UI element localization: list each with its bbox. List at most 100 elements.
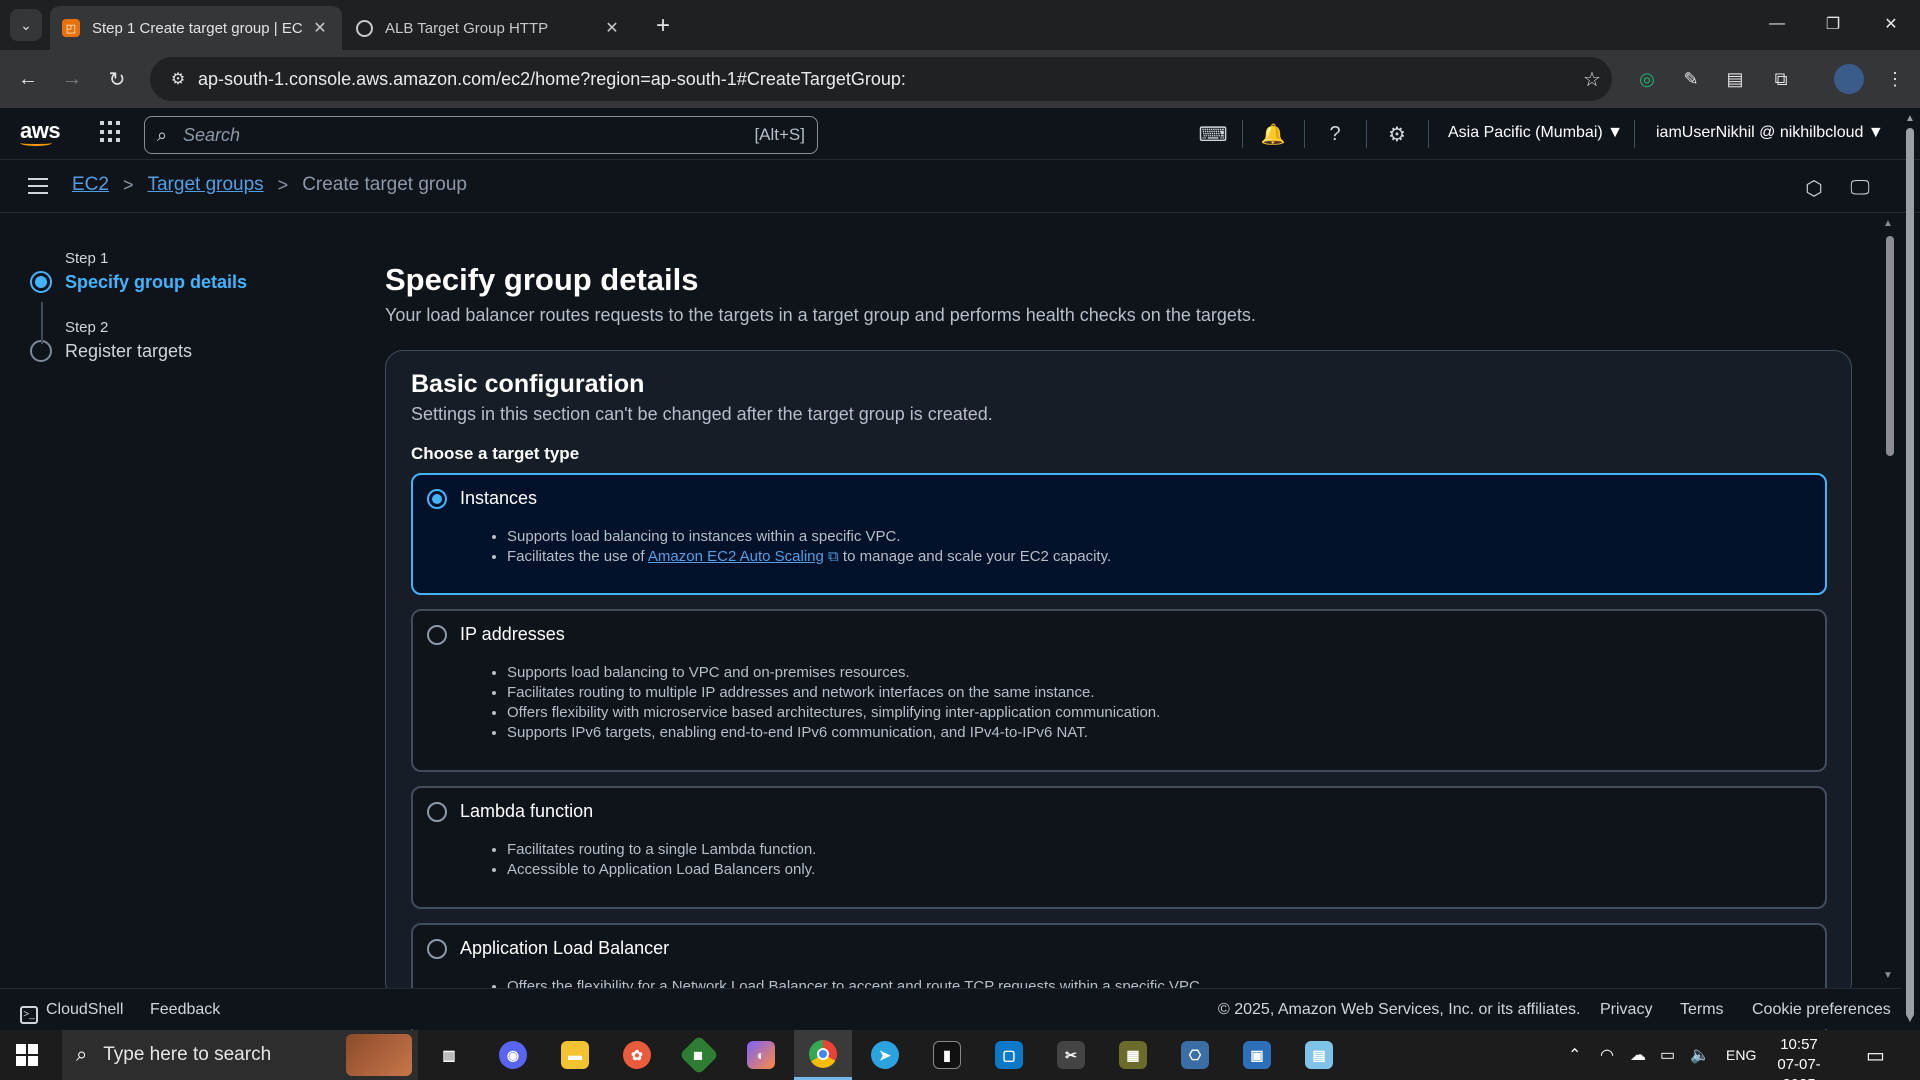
step-2-number: Step 2 xyxy=(65,319,109,336)
cookie-preferences-link[interactable]: Cookie preferences xyxy=(1752,1001,1891,1019)
profile-avatar[interactable] xyxy=(1834,64,1864,94)
close-window-button[interactable]: ✕ xyxy=(1868,8,1914,40)
notifications-icon[interactable]: ▭ xyxy=(1866,1030,1885,1080)
side-nav-menu-icon[interactable] xyxy=(28,178,48,199)
panel-title: Basic configuration xyxy=(411,370,645,398)
network-app-icon[interactable]: ⎔ xyxy=(1166,1030,1224,1080)
feedback-hexagon-icon[interactable]: ⬡ xyxy=(1800,174,1828,202)
browser-tab-create-target-group[interactable]: ◰ Step 1 Create target group | EC ✕ xyxy=(50,6,342,50)
privacy-link[interactable]: Privacy xyxy=(1600,1001,1652,1019)
reader-extension-icon[interactable]: ▤ xyxy=(1720,64,1750,94)
feedback-link[interactable]: Feedback xyxy=(150,1001,220,1019)
search-icon: ⌕ xyxy=(76,1043,88,1066)
bullet-text: to manage and scale your EC2 capacity. xyxy=(838,548,1112,565)
bullet-item: Supports load balancing to VPC and on-pr… xyxy=(507,663,1160,683)
page-title: Specify group details xyxy=(385,262,699,297)
minimize-window-button[interactable]: — xyxy=(1754,8,1800,40)
header-divider xyxy=(1366,120,1367,148)
windows-start-icon[interactable] xyxy=(16,1044,38,1066)
new-tab-button[interactable]: + xyxy=(648,12,678,40)
remote-desktop-icon[interactable]: ▣ xyxy=(1228,1030,1286,1080)
restore-window-button[interactable]: ❐ xyxy=(1810,8,1856,40)
display-preferences-icon[interactable]: 🖵 xyxy=(1846,174,1874,202)
terminal-app-icon[interactable]: ▮ xyxy=(918,1030,976,1080)
help-icon[interactable]: ? xyxy=(1320,119,1350,149)
wifi-icon[interactable]: ◠ xyxy=(1600,1030,1614,1080)
page-scroll-up-arrow-icon[interactable]: ▲ xyxy=(1903,113,1917,124)
radio-instances[interactable] xyxy=(427,488,447,509)
globe-favicon-icon xyxy=(356,19,373,37)
onedrive-icon[interactable]: ☁ xyxy=(1630,1030,1646,1080)
task-view-icon[interactable]: ▥ xyxy=(420,1030,478,1080)
battery-icon[interactable]: ▭ xyxy=(1660,1030,1675,1080)
target-type-lambda-function[interactable]: Lambda function Facilitates routing to a… xyxy=(411,786,1827,909)
radio-application-load-balancer[interactable] xyxy=(427,938,447,959)
content-scrollbar-thumb[interactable] xyxy=(1886,236,1894,456)
cloudshell-icon[interactable]: ⌨ xyxy=(1198,119,1228,149)
cloudshell-button[interactable]: >_ CloudShell xyxy=(20,1001,123,1024)
extensions-puzzle-icon[interactable]: ⧉ xyxy=(1766,64,1796,94)
bullet-item: Supports load balancing to instances wit… xyxy=(507,527,1111,547)
app-icon-3[interactable]: ▦ xyxy=(1104,1030,1162,1080)
aws-favicon-icon: ◰ xyxy=(62,19,80,37)
app-icon-2[interactable]: ▢ xyxy=(980,1030,1038,1080)
scroll-up-arrow-icon[interactable]: ▲ xyxy=(1880,218,1896,229)
close-tab-icon[interactable]: ✕ xyxy=(602,18,622,38)
git-app-icon[interactable]: ◆ xyxy=(670,1030,728,1080)
step-2-label: Register targets xyxy=(65,340,193,361)
page-scroll-down-arrow-icon[interactable]: ▼ xyxy=(1903,1014,1917,1025)
eyedropper-extension-icon[interactable]: ✎ xyxy=(1676,64,1706,94)
taskbar-search-input[interactable]: ⌕ Type here to search xyxy=(62,1030,418,1080)
discord-app-icon[interactable]: ◉ xyxy=(484,1030,542,1080)
bullet-item: Offers flexibility with microservice bas… xyxy=(507,703,1160,723)
target-type-ip-addresses[interactable]: IP addresses Supports load balancing to … xyxy=(411,609,1827,772)
ec2-auto-scaling-link[interactable]: Amazon EC2 Auto Scaling xyxy=(648,548,824,565)
grammarly-extension-icon[interactable]: ◎ xyxy=(1632,64,1662,94)
region-selector[interactable]: Asia Pacific (Mumbai) ▼ xyxy=(1448,124,1623,142)
file-explorer-icon[interactable]: ▬ xyxy=(546,1030,604,1080)
notifications-bell-icon[interactable]: 🔔 xyxy=(1258,119,1288,149)
browser-tab-alb-target-group[interactable]: ALB Target Group HTTP ✕ xyxy=(344,6,634,50)
browser-menu-icon[interactable]: ⋮ xyxy=(1880,64,1910,94)
snipping-tool-icon[interactable]: ✂ xyxy=(1042,1030,1100,1080)
reload-button[interactable]: ↻ xyxy=(101,63,133,95)
close-tab-icon[interactable]: ✕ xyxy=(310,18,330,38)
step-1-label[interactable]: Specify group details xyxy=(65,272,247,293)
radio-ip-addresses[interactable] xyxy=(427,624,447,645)
app-icon-1[interactable]: ✿ xyxy=(608,1030,666,1080)
scroll-down-arrow-icon[interactable]: ▼ xyxy=(1880,970,1896,981)
breadcrumb-target-groups[interactable]: Target groups xyxy=(147,174,263,196)
chevron-right-icon: > xyxy=(122,174,134,195)
notepad-app-icon[interactable]: ▤ xyxy=(1290,1030,1348,1080)
system-clock[interactable]: 10:57 07-07-2025 xyxy=(1764,1035,1834,1080)
account-menu[interactable]: iamUserNikhil @ nikhilbcloud ▼ xyxy=(1656,124,1884,142)
language-indicator[interactable]: ENG xyxy=(1726,1030,1756,1080)
radio-lambda-function[interactable] xyxy=(427,801,447,822)
telegram-app-icon[interactable]: ➤ xyxy=(856,1030,914,1080)
breadcrumb-ec2[interactable]: EC2 xyxy=(72,174,109,196)
back-button[interactable]: ← xyxy=(12,63,44,95)
header-divider xyxy=(1634,120,1635,148)
settings-gear-icon[interactable]: ⚙ xyxy=(1382,119,1412,149)
aws-logo[interactable]: aws xyxy=(20,118,61,146)
forward-button[interactable]: → xyxy=(56,63,88,95)
page-scrollbar-thumb[interactable] xyxy=(1906,128,1914,1018)
bullet-text: Facilitates the use of xyxy=(507,548,648,565)
terms-link[interactable]: Terms xyxy=(1680,1001,1724,1019)
console-search-input[interactable]: ⌕ Search [Alt+S] xyxy=(144,116,818,154)
copilot-app-icon[interactable]: ◐ xyxy=(732,1030,790,1080)
external-link-icon[interactable]: ⧉ xyxy=(828,548,839,565)
target-type-instances[interactable]: Instances Supports load balancing to ins… xyxy=(411,473,1827,595)
site-info-icon[interactable]: ⚙ xyxy=(158,69,198,89)
show-hidden-icons[interactable]: ⌃ xyxy=(1568,1030,1581,1080)
tab-search-button[interactable]: ⌄ xyxy=(10,9,42,41)
breadcrumb: EC2 > Target groups > Create target grou… xyxy=(72,174,467,196)
step-1[interactable]: Specify group details xyxy=(30,271,247,293)
console-footer: >_ CloudShell Feedback © 2025, Amazon Web… xyxy=(0,988,1902,1029)
header-divider xyxy=(1428,120,1429,148)
volume-icon[interactable]: 🔈 xyxy=(1690,1030,1710,1080)
chrome-app-icon[interactable] xyxy=(794,1030,852,1080)
bookmark-star-icon[interactable]: ☆ xyxy=(1572,67,1612,92)
services-grid-icon[interactable] xyxy=(100,121,122,143)
address-bar[interactable]: ⚙ ap-south-1.console.aws.amazon.com/ec2/… xyxy=(150,57,1612,101)
